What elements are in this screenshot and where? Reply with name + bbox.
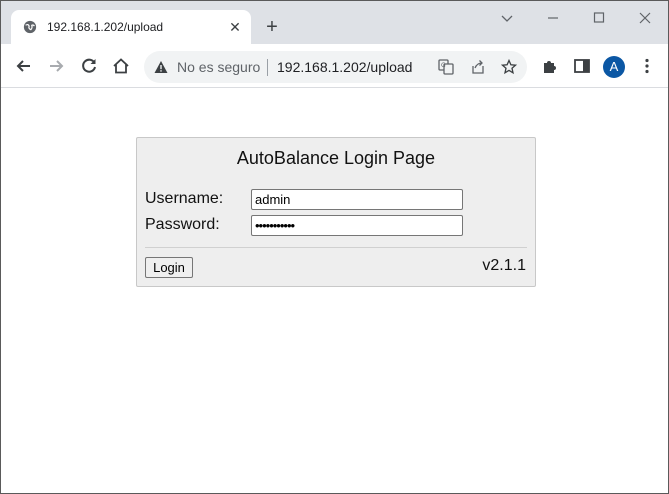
extensions-icon[interactable] [540, 56, 560, 76]
divider [145, 247, 527, 248]
security-status[interactable]: No es seguro [177, 59, 260, 75]
username-input[interactable] [251, 189, 463, 210]
login-button[interactable]: Login [145, 257, 193, 278]
warning-icon[interactable] [154, 60, 168, 74]
tab-strip: 192.168.1.202/upload ✕ + [1, 1, 668, 44]
reload-icon[interactable] [79, 56, 99, 76]
back-arrow-icon[interactable] [14, 56, 34, 76]
translate-icon[interactable]: G [438, 59, 454, 75]
profile-avatar[interactable]: A [603, 56, 625, 78]
more-vert-icon[interactable] [637, 56, 657, 76]
url-text[interactable]: 192.168.1.202/upload [277, 59, 412, 75]
browser-toolbar: No es seguro 192.168.1.202/upload G A [1, 44, 668, 88]
globe-icon [23, 20, 37, 34]
login-panel: AutoBalance Login Page Username: Passwor… [136, 137, 536, 287]
password-label: Password: [145, 216, 220, 233]
home-icon[interactable] [111, 56, 131, 76]
tab-search-icon[interactable] [497, 10, 517, 28]
svg-text:G: G [441, 62, 446, 69]
username-label: Username: [145, 190, 224, 207]
page-title: AutoBalance Login Page [236, 148, 436, 168]
forward-arrow-icon[interactable] [46, 56, 66, 76]
close-window-icon[interactable] [635, 9, 655, 27]
omnibox-separator [267, 59, 268, 76]
star-icon[interactable] [501, 59, 517, 75]
tab-close-icon[interactable]: ✕ [227, 19, 243, 35]
browser-window: 192.168.1.202/upload ✕ + No es seguro 19… [0, 0, 669, 494]
version-label: v2.1.1 [482, 257, 526, 274]
minimize-icon[interactable] [543, 9, 563, 27]
new-tab-button[interactable]: + [263, 17, 281, 37]
page-content: AutoBalance Login Page Username: Passwor… [1, 89, 668, 493]
side-panel-icon[interactable] [572, 56, 592, 76]
address-bar[interactable]: No es seguro 192.168.1.202/upload G [144, 51, 527, 83]
maximize-icon[interactable] [589, 9, 609, 27]
browser-tab[interactable]: 192.168.1.202/upload ✕ [11, 10, 251, 44]
password-input[interactable] [251, 215, 463, 236]
tab-title: 192.168.1.202/upload [47, 20, 164, 34]
share-icon[interactable] [470, 59, 486, 75]
